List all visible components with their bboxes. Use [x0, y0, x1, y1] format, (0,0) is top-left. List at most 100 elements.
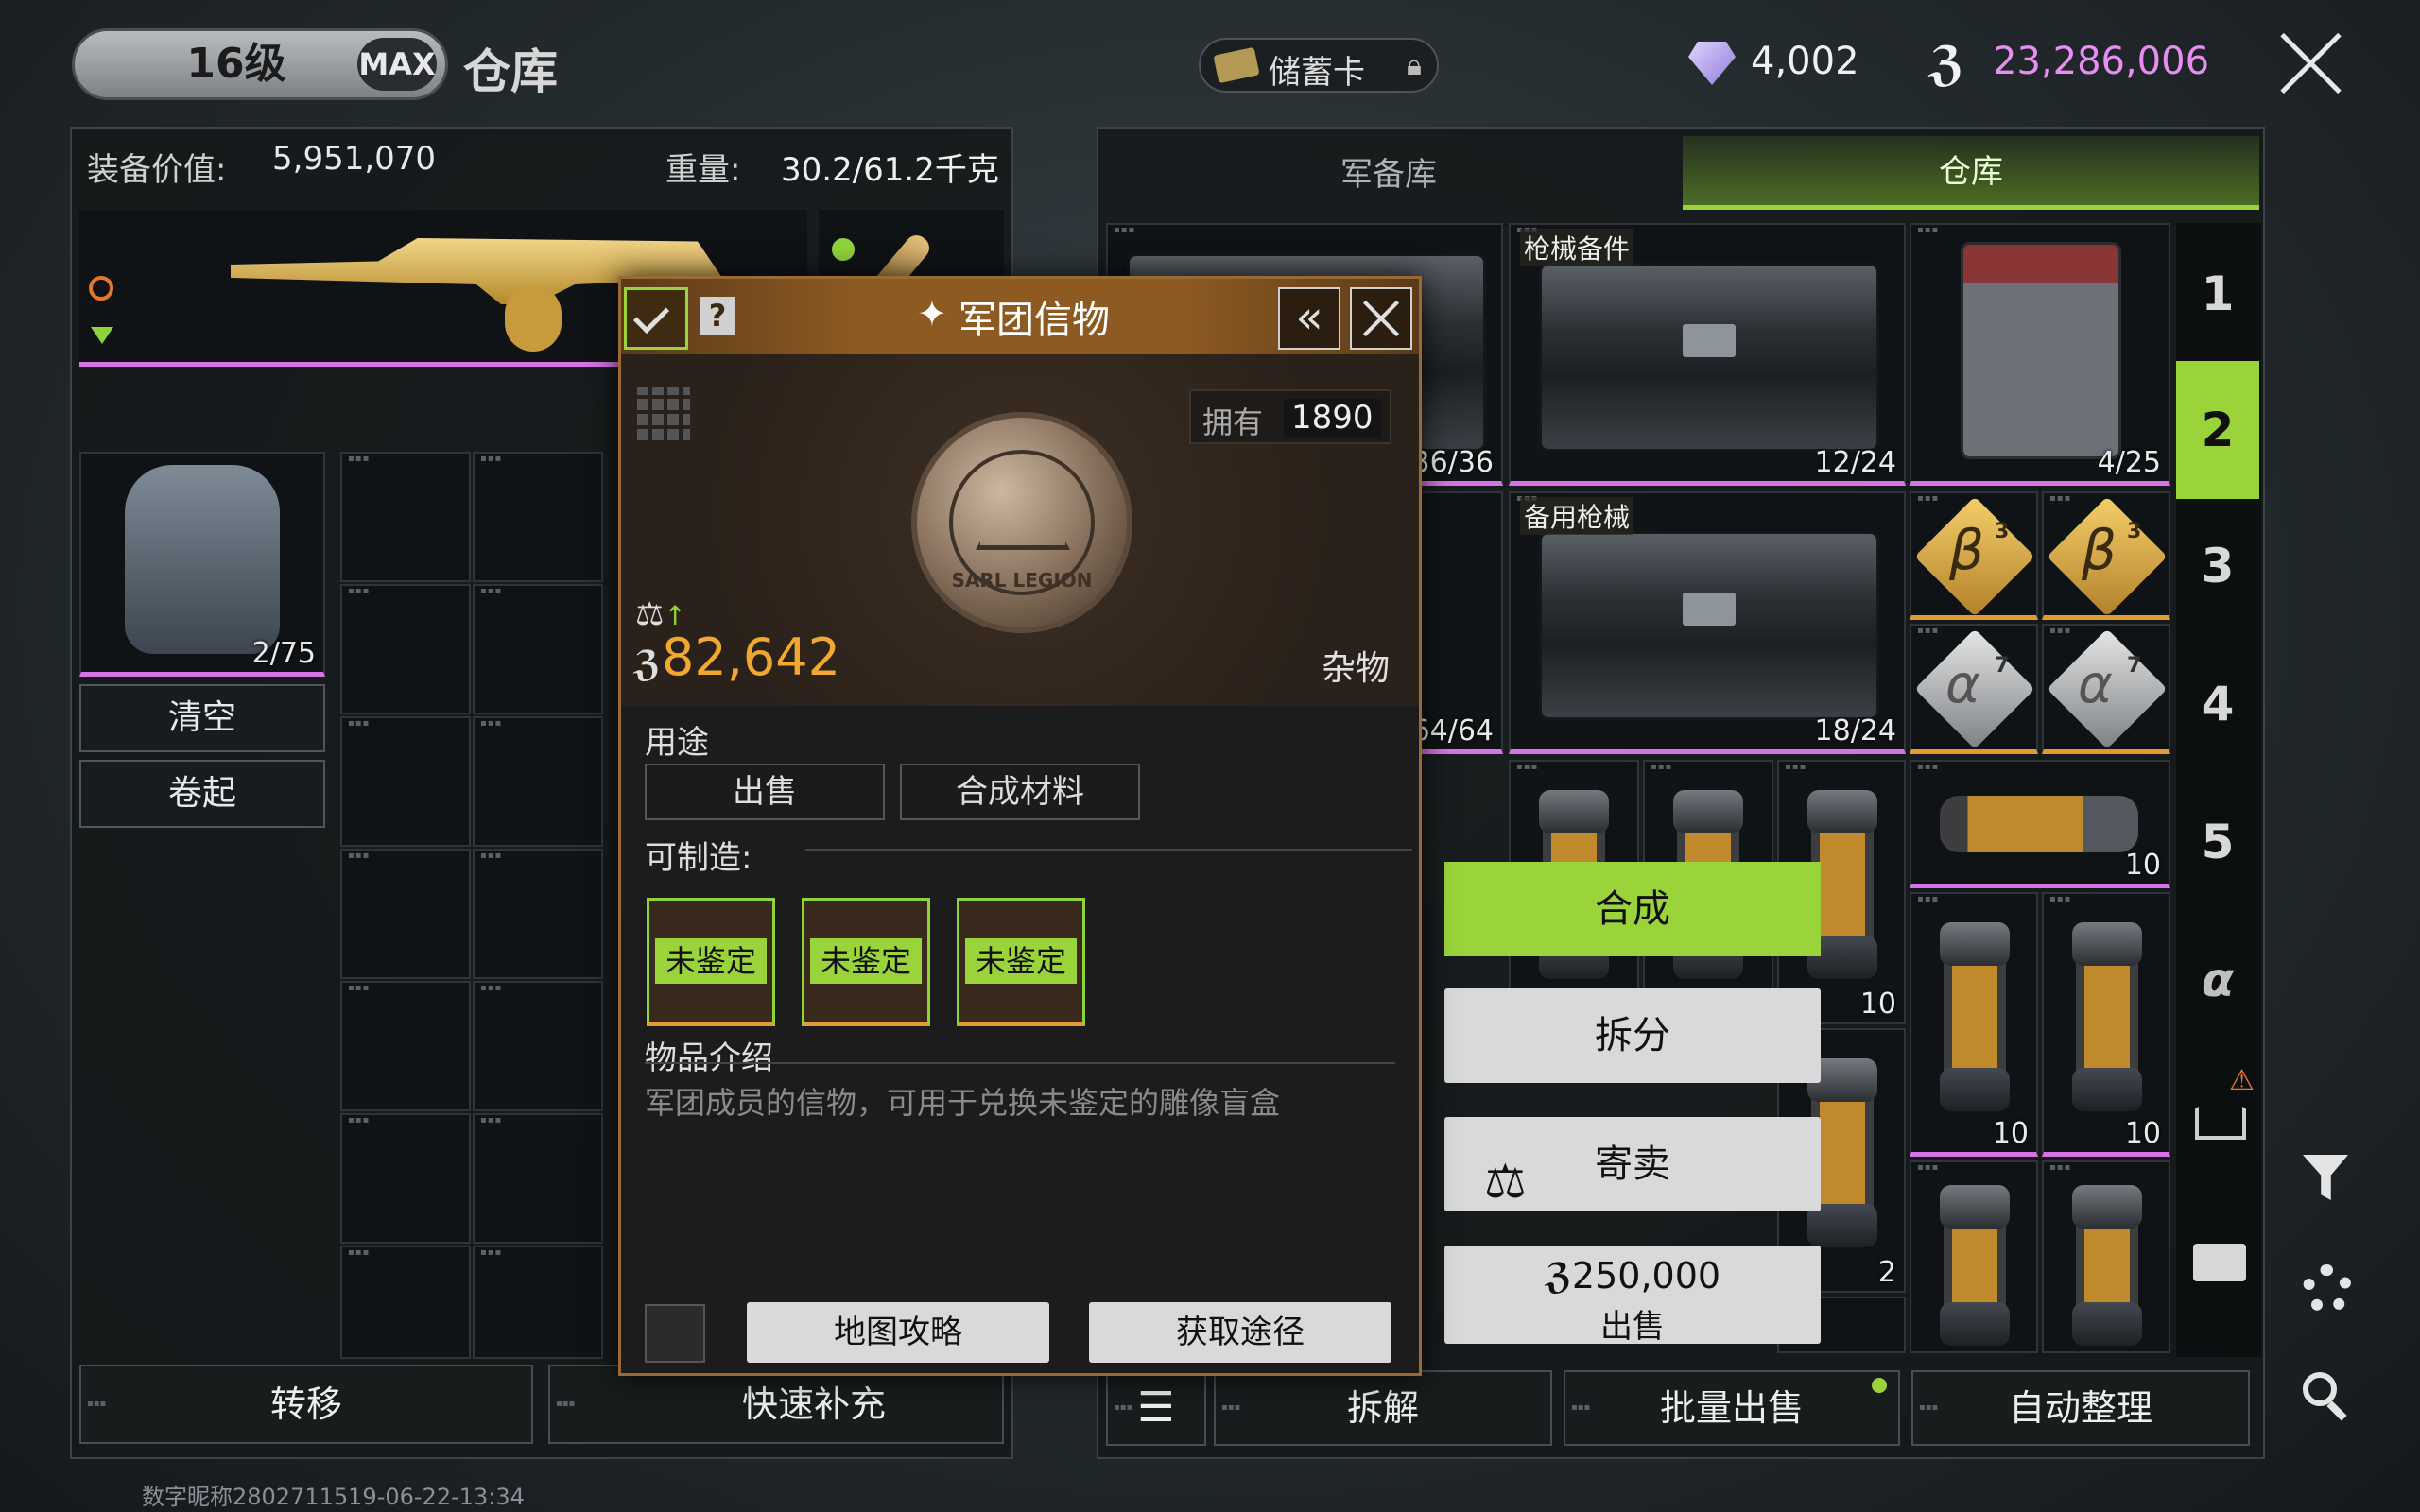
own-label: 拥有 [1202, 404, 1264, 440]
intro-label: 物品介绍 [645, 1040, 773, 1077]
backpack-count: 2/75 [251, 637, 316, 670]
alpha-level: 7 [1995, 654, 2010, 678]
grid-cell[interactable] [340, 716, 471, 847]
backpack-slot[interactable]: 2/75 [79, 452, 325, 677]
side-tab-2[interactable]: 2 [2176, 361, 2259, 499]
equip-value: 5,951,070 [272, 140, 437, 178]
map-placeholder-icon [645, 1304, 705, 1363]
grid-cell[interactable] [340, 584, 471, 714]
check-button[interactable] [624, 287, 688, 350]
side-tab-alpha[interactable]: α [2176, 937, 2259, 1022]
craftable-item[interactable]: 未鉴定 [647, 898, 775, 1026]
side-tab-1[interactable]: 1 [2176, 251, 2259, 336]
beta-symbol: β [2082, 518, 2118, 582]
grid-size-icon [637, 387, 690, 440]
beta-item[interactable]: β 3 [2042, 491, 2170, 620]
gun-parts-label: 枪械备件 [1520, 229, 1634, 266]
roll-up-button[interactable]: 卷起 [79, 760, 325, 828]
grid-cell[interactable] [473, 584, 603, 714]
map-guide-button[interactable]: 地图攻略 [747, 1302, 1049, 1363]
weight-label: 重量: [666, 151, 741, 189]
popup-close-icon[interactable] [1350, 287, 1412, 350]
search-icon[interactable] [2303, 1372, 2352, 1421]
grid-cell[interactable] [473, 981, 603, 1111]
grid-cell[interactable] [340, 1246, 471, 1359]
side-tab-5[interactable]: 5 [2176, 799, 2259, 885]
spare-guns-case[interactable]: 备用枪械 18/24 [1509, 491, 1906, 754]
savings-card-button[interactable]: 储蓄卡 🔒︎ [1199, 38, 1439, 93]
dismantle-label: 拆解 [1346, 1387, 1419, 1429]
transfer-button[interactable]: 转移 [79, 1365, 533, 1444]
base-icon[interactable] [2195, 1092, 2246, 1140]
magazine-item[interactable] [1910, 1160, 2038, 1353]
item-category: 杂物 [1322, 649, 1391, 688]
auto-sort-label: 自动整理 [2008, 1387, 2152, 1429]
side-tab-3[interactable]: 3 [2176, 524, 2259, 609]
legion-token-icon: SARL LEGION [911, 412, 1132, 633]
grid-cell[interactable] [473, 1113, 603, 1244]
help-icon[interactable]: ? [700, 297, 735, 335]
get-path-label: 获取途径 [1176, 1314, 1305, 1351]
item-price: 82,642 [662, 627, 840, 687]
grid-cell[interactable] [340, 849, 471, 979]
list-icon: ☰ [1137, 1383, 1175, 1432]
beta-level: 3 [1995, 520, 2010, 543]
magazine-item[interactable] [2042, 1160, 2170, 1353]
get-path-button[interactable]: 获取途径 [1089, 1302, 1392, 1363]
shop-icon[interactable] [2193, 1244, 2246, 1281]
tab-warehouse-label: 仓库 [1939, 153, 2003, 191]
gear-icon[interactable] [2303, 1264, 2352, 1314]
sell-price: 250,000 [1571, 1255, 1721, 1297]
side-tab-bar: 1 2 3 4 5 α ⚠ [2176, 223, 2261, 1357]
grid-cell[interactable] [473, 716, 603, 847]
alpha-item[interactable]: α 7 [2042, 624, 2170, 754]
collapse-popup-button[interactable]: « [1278, 287, 1340, 350]
grid-cell[interactable] [473, 1246, 603, 1359]
sell-label: 出售 [1600, 1308, 1665, 1346]
craftable-item[interactable]: 未鉴定 [802, 898, 930, 1026]
coin-icon: ℨ [1544, 1255, 1572, 1297]
account-watermark: 数字昵称2802711519-06-22-13:34 [142, 1484, 525, 1510]
attachment-icon [89, 276, 113, 301]
magazine-item[interactable]: 10 [1910, 892, 2038, 1157]
grid-cell[interactable] [473, 849, 603, 979]
grenade-icon [832, 238, 855, 261]
side-tab-4[interactable]: 4 [2176, 662, 2259, 747]
magazine-count: 10 [1859, 988, 1896, 1021]
tab-armory[interactable]: 军备库 [1100, 140, 1677, 210]
alpha-symbol: α [1945, 654, 1980, 715]
notification-dot [1872, 1378, 1887, 1393]
storage-crate[interactable]: 4/25 [1910, 223, 2170, 486]
gun-parts-case[interactable]: 枪械备件 12/24 [1509, 223, 1906, 486]
divider [805, 849, 1412, 850]
craftable-item[interactable]: 未鉴定 [957, 898, 1085, 1026]
batch-sell-button[interactable]: 批量出售 [1564, 1370, 1900, 1446]
close-icon[interactable] [2276, 28, 2346, 98]
item-description: 军团成员的信物，可用于兑换未鉴定的雕像盲盒 [645, 1085, 1281, 1121]
filter-icon[interactable] [2303, 1155, 2348, 1200]
divider [645, 1062, 1395, 1064]
page-title: 仓库 [463, 44, 558, 99]
gun-parts-count: 12/24 [1814, 446, 1896, 479]
collapse-menu-button[interactable]: ☰ [1106, 1370, 1206, 1446]
sell-button[interactable]: ℨ250,000 出售 [1444, 1246, 1821, 1346]
craft-button[interactable]: 合成 [1444, 862, 1821, 956]
clear-button[interactable]: 清空 [79, 684, 325, 752]
tab-warehouse[interactable]: 仓库 [1683, 136, 2259, 210]
consign-button[interactable]: ⚖ 寄卖 [1444, 1117, 1821, 1211]
crate-count: 4/25 [2097, 446, 2161, 479]
magazine-horizontal[interactable]: 10 [1910, 760, 2170, 888]
beta-level: 3 [2127, 520, 2142, 543]
quick-refill-button[interactable]: 快速补充 [548, 1365, 1004, 1444]
grid-cell[interactable] [340, 452, 471, 582]
grid-cell[interactable] [340, 981, 471, 1111]
magazine-item[interactable]: 10 [2042, 892, 2170, 1157]
split-button[interactable]: 拆分 [1444, 988, 1821, 1083]
auto-sort-button[interactable]: 自动整理 [1911, 1370, 2250, 1446]
consign-label: 寄卖 [1595, 1143, 1670, 1186]
alpha-item[interactable]: α 7 [1910, 624, 2038, 754]
dismantle-button[interactable]: 拆解 [1214, 1370, 1552, 1446]
grid-cell[interactable] [473, 452, 603, 582]
grid-cell[interactable] [340, 1113, 471, 1244]
beta-item[interactable]: β 3 [1910, 491, 2038, 620]
